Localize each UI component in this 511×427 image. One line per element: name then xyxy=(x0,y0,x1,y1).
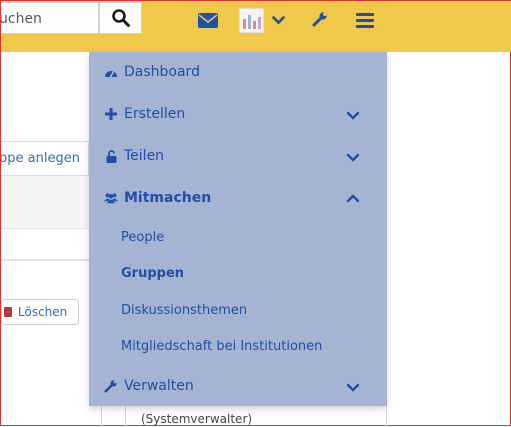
plus-icon xyxy=(104,107,118,121)
page-section-band xyxy=(1,176,89,229)
submenu-item-mitgliedschaft[interactable]: Mitgliedschaft bei Institutionen xyxy=(121,339,322,354)
menu-item-verwalten[interactable]: Verwalten xyxy=(89,371,387,401)
chevron-up-icon xyxy=(346,194,360,203)
table-row-divider xyxy=(1,259,89,261)
trash-icon xyxy=(4,307,12,317)
users-icon xyxy=(104,191,118,205)
menu-item-label: Erstellen xyxy=(124,106,186,122)
messages-button[interactable] xyxy=(197,11,219,29)
unlock-icon xyxy=(104,149,118,163)
main-menu-dropdown: Dashboard Erstellen Teilen Mitmachen Peo… xyxy=(89,52,387,406)
menu-item-teilen[interactable]: Teilen xyxy=(89,141,387,171)
submenu-item-diskussionsthemen[interactable]: Diskussionsthemen xyxy=(121,303,247,318)
menu-item-label: Mitmachen xyxy=(124,190,212,206)
dashboard-icon xyxy=(104,65,118,79)
create-group-tab[interactable]: ppe anlegen xyxy=(1,141,89,176)
search-input[interactable]: uchen xyxy=(1,2,99,34)
menu-item-label: Dashboard xyxy=(124,64,200,80)
submenu-item-people[interactable]: People xyxy=(121,230,164,245)
role-text: (Systemverwalter) xyxy=(125,406,387,427)
table-cell xyxy=(101,406,126,427)
avatar[interactable] xyxy=(239,8,264,33)
main-menu-button[interactable] xyxy=(355,12,374,28)
menu-item-dashboard[interactable]: Dashboard xyxy=(89,57,387,87)
search-icon xyxy=(111,9,130,27)
delete-button-label: Löschen xyxy=(18,305,68,319)
menu-item-label: Teilen xyxy=(124,148,165,164)
chevron-down-icon xyxy=(346,111,360,120)
page-background xyxy=(1,52,89,141)
menu-icon xyxy=(355,12,374,28)
menu-item-erstellen[interactable]: Erstellen xyxy=(89,99,387,129)
envelope-icon xyxy=(198,12,218,28)
chevron-down-icon xyxy=(346,383,360,392)
submenu-item-gruppen[interactable]: Gruppen xyxy=(121,266,184,281)
table-row xyxy=(1,228,89,260)
wrench-icon xyxy=(104,379,118,393)
wrench-icon xyxy=(312,12,327,27)
admin-tools-button[interactable] xyxy=(312,11,328,27)
top-navbar: uchen xyxy=(1,1,511,52)
chevron-down-icon xyxy=(346,153,360,162)
search-button[interactable] xyxy=(99,2,142,34)
delete-button[interactable]: Löschen xyxy=(1,299,79,325)
menu-item-mitmachen[interactable]: Mitmachen xyxy=(89,183,387,213)
menu-item-label: Verwalten xyxy=(124,378,194,394)
chevron-down-icon xyxy=(271,15,285,24)
user-menu-toggle[interactable] xyxy=(271,14,285,26)
